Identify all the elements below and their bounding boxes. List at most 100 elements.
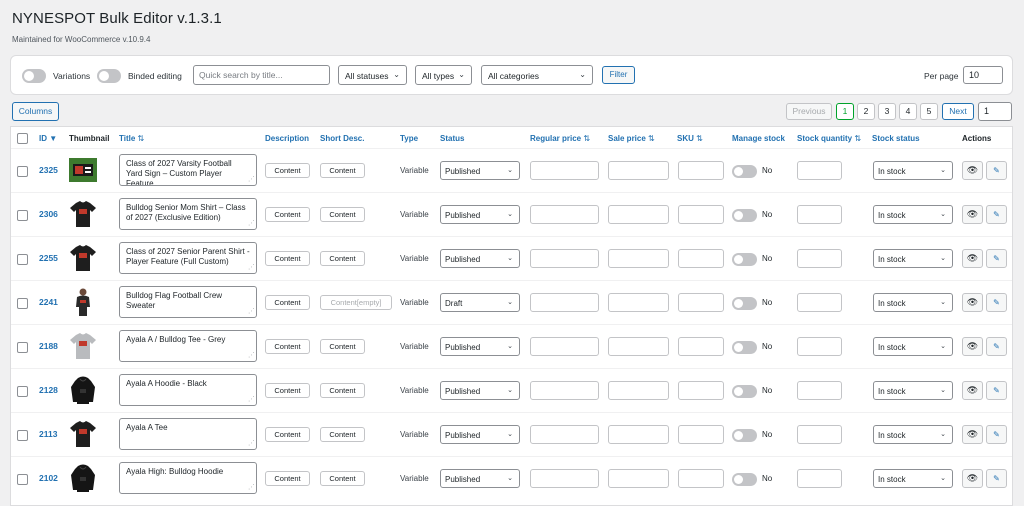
header-stock-status[interactable]: Stock status [872,134,920,143]
regular-price-input[interactable] [530,469,599,488]
stock-quantity-input[interactable] [797,381,842,400]
manage-stock-toggle[interactable] [732,341,757,354]
stock-status-select[interactable]: In stock ⌄ [873,293,953,312]
resize-handle-icon[interactable]: ⋰ [248,219,255,229]
title-textarea[interactable]: Ayala A / Bulldog Tee - Grey ⋰ [119,330,257,362]
status-select[interactable]: Published ⌄ [440,469,520,488]
stock-quantity-input[interactable] [797,293,842,312]
edit-button[interactable]: ✎ [986,161,1007,180]
resize-handle-icon[interactable]: ⋰ [248,307,255,317]
description-content-button[interactable]: Content [265,295,310,310]
product-id-link[interactable]: 2128 [39,385,58,395]
page-4-button[interactable]: 4 [899,103,917,120]
title-textarea[interactable]: Bulldog Flag Football Crew Sweater ⋰ [119,286,257,318]
filter-button[interactable]: Filter [602,66,635,84]
row-checkbox[interactable] [17,166,28,177]
stock-status-select[interactable]: In stock ⌄ [873,381,953,400]
resize-handle-icon[interactable]: ⋰ [248,483,255,493]
view-button[interactable]: 👁 [962,205,983,224]
manage-stock-toggle[interactable] [732,385,757,398]
stock-quantity-input[interactable] [797,337,842,356]
category-filter-select[interactable]: All categories ⌄ [481,65,593,85]
edit-button[interactable]: ✎ [986,425,1007,444]
sku-input[interactable] [678,249,724,268]
sale-price-input[interactable] [608,337,669,356]
view-button[interactable]: 👁 [962,425,983,444]
product-id-link[interactable]: 2113 [39,429,57,439]
sku-input[interactable] [678,425,724,444]
page-5-button[interactable]: 5 [920,103,938,120]
status-select[interactable]: Published ⌄ [440,161,520,180]
edit-button[interactable]: ✎ [986,469,1007,488]
manage-stock-toggle[interactable] [732,253,757,266]
sku-input[interactable] [678,381,724,400]
page-1-button[interactable]: 1 [836,103,854,120]
sale-price-input[interactable] [608,293,669,312]
short-desc-content-button[interactable]: Content [320,207,365,222]
short-desc-content-button[interactable]: Content[empty] [320,295,392,310]
resize-handle-icon[interactable]: ⋰ [248,439,255,449]
short-desc-content-button[interactable]: Content [320,471,365,486]
short-desc-content-button[interactable]: Content [320,339,365,354]
short-desc-content-button[interactable]: Content [320,427,365,442]
row-checkbox[interactable] [17,430,28,441]
page-number-input[interactable]: 1 [978,102,1012,121]
row-checkbox[interactable] [17,298,28,309]
quick-search-input[interactable] [193,65,330,85]
stock-status-select[interactable]: In stock ⌄ [873,425,953,444]
status-select[interactable]: Published ⌄ [440,425,520,444]
sku-input[interactable] [678,205,724,224]
edit-button[interactable]: ✎ [986,337,1007,356]
title-textarea[interactable]: Class of 2027 Senior Parent Shirt - Play… [119,242,257,274]
stock-quantity-input[interactable] [797,425,842,444]
description-content-button[interactable]: Content [265,163,310,178]
status-select[interactable]: Published ⌄ [440,249,520,268]
sale-price-input[interactable] [608,161,669,180]
row-checkbox[interactable] [17,386,28,397]
page-2-button[interactable]: 2 [857,103,875,120]
header-description[interactable]: Description [265,134,309,143]
description-content-button[interactable]: Content [265,339,310,354]
regular-price-input[interactable] [530,293,599,312]
title-textarea[interactable]: Ayala A Hoodie - Black ⋰ [119,374,257,406]
row-checkbox[interactable] [17,210,28,221]
status-select[interactable]: Draft ⌄ [440,293,520,312]
stock-status-select[interactable]: In stock ⌄ [873,161,953,180]
regular-price-input[interactable] [530,161,599,180]
header-id[interactable]: ID ▼ [39,134,57,143]
edit-button[interactable]: ✎ [986,293,1007,312]
edit-button[interactable]: ✎ [986,205,1007,224]
regular-price-input[interactable] [530,337,599,356]
manage-stock-toggle[interactable] [732,209,757,222]
resize-handle-icon[interactable]: ⋰ [248,351,255,361]
view-button[interactable]: 👁 [962,469,983,488]
stock-quantity-input[interactable] [797,469,842,488]
manage-stock-toggle[interactable] [732,165,757,178]
per-page-input[interactable]: 10 [963,66,1003,84]
row-checkbox[interactable] [17,474,28,485]
row-checkbox[interactable] [17,254,28,265]
header-manage-stock[interactable]: Manage stock [732,134,785,143]
title-textarea[interactable]: Ayala High: Bulldog Hoodie ⋰ [119,462,257,494]
product-id-link[interactable]: 2306 [39,209,58,219]
header-type[interactable]: Type [400,134,418,143]
columns-button[interactable]: Columns [12,102,59,121]
view-button[interactable]: 👁 [962,293,983,312]
stock-quantity-input[interactable] [797,249,842,268]
short-desc-content-button[interactable]: Content [320,251,365,266]
stock-status-select[interactable]: In stock ⌄ [873,249,953,268]
title-textarea[interactable]: Class of 2027 Varsity Football Yard Sign… [119,154,257,186]
header-stock-quantity[interactable]: Stock quantity ⇅ [797,134,861,143]
description-content-button[interactable]: Content [265,251,310,266]
description-content-button[interactable]: Content [265,427,310,442]
resize-handle-icon[interactable]: ⋰ [248,395,255,405]
stock-status-select[interactable]: In stock ⌄ [873,205,953,224]
edit-button[interactable]: ✎ [986,249,1007,268]
regular-price-input[interactable] [530,249,599,268]
description-content-button[interactable]: Content [265,471,310,486]
header-sku[interactable]: SKU ⇅ [677,134,703,143]
regular-price-input[interactable] [530,381,599,400]
variations-toggle[interactable] [22,69,46,83]
previous-page-button[interactable]: Previous [786,103,832,120]
view-button[interactable]: 👁 [962,381,983,400]
